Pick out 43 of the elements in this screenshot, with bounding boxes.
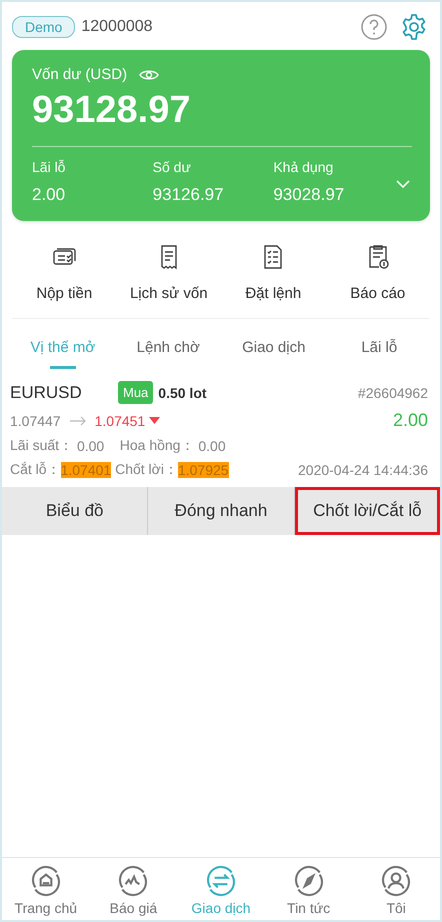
eye-icon[interactable] — [139, 68, 160, 82]
stop-loss-value: 1.07401 — [60, 462, 112, 478]
arrow-right-icon — [68, 416, 87, 426]
open-time: 2020-04-24 14:44:36 — [298, 462, 428, 478]
stat-label: Khả dụng — [273, 159, 334, 175]
stop-loss-label: Cắt lỗ： — [10, 461, 61, 479]
volume: 0.50 lot — [158, 384, 208, 400]
tab[interactable]: Lãi lỗ — [326, 329, 432, 381]
take-profit-value: 1.07925 — [178, 462, 229, 478]
quick-action[interactable]: Đặt lệnh — [221, 243, 326, 302]
stat-value: 93126.97 — [152, 185, 225, 205]
commission-value: 0.00 — [198, 438, 226, 454]
swap-value: 0.00 — [76, 438, 104, 454]
swap-label: Lãi suất： — [10, 437, 74, 455]
open-price: 1.07447 — [10, 412, 61, 428]
ticket-number: #26604962 — [358, 384, 428, 400]
nav-item[interactable]: Tôi — [352, 864, 440, 916]
quick-action[interactable]: Báo cáo — [326, 243, 430, 302]
balance-label: Vốn dư (USD) — [32, 66, 128, 83]
nav-item[interactable]: Báo giá — [90, 864, 178, 916]
settings-icon[interactable] — [400, 13, 428, 41]
symbol: EURUSD — [10, 382, 83, 402]
quick-action[interactable]: Lịch sử vốn — [116, 243, 221, 302]
tab[interactable]: Lệnh chờ — [116, 329, 221, 381]
nav-item[interactable]: Trang chủ — [2, 864, 90, 916]
down-triangle-icon — [149, 416, 160, 424]
account-type-badge: Demo — [12, 16, 76, 38]
tab[interactable]: Giao dịch — [221, 329, 326, 381]
balance-amount: 93128.97 — [32, 89, 192, 132]
stat-label: Lãi lỗ — [32, 159, 66, 175]
quick-action[interactable]: Nộp tiền — [12, 243, 116, 302]
nav-item[interactable]: Tin tức — [264, 864, 352, 916]
current-price: 1.07451 — [94, 412, 146, 428]
help-icon[interactable] — [360, 13, 388, 41]
commission-label: Hoa hồng： — [120, 437, 194, 455]
stat-value: 2.00 — [32, 185, 66, 205]
stat-value: 93028.97 — [273, 185, 346, 205]
side-badge: Mua — [118, 381, 154, 404]
stat-label: Số dư — [152, 159, 192, 175]
account-number: 12000008 — [81, 18, 154, 36]
profit: 2.00 — [392, 410, 428, 431]
take-profit-label: Chốt lời： — [115, 461, 178, 479]
position-button[interactable]: Chốt lời/Cắt lỗ — [294, 487, 440, 535]
